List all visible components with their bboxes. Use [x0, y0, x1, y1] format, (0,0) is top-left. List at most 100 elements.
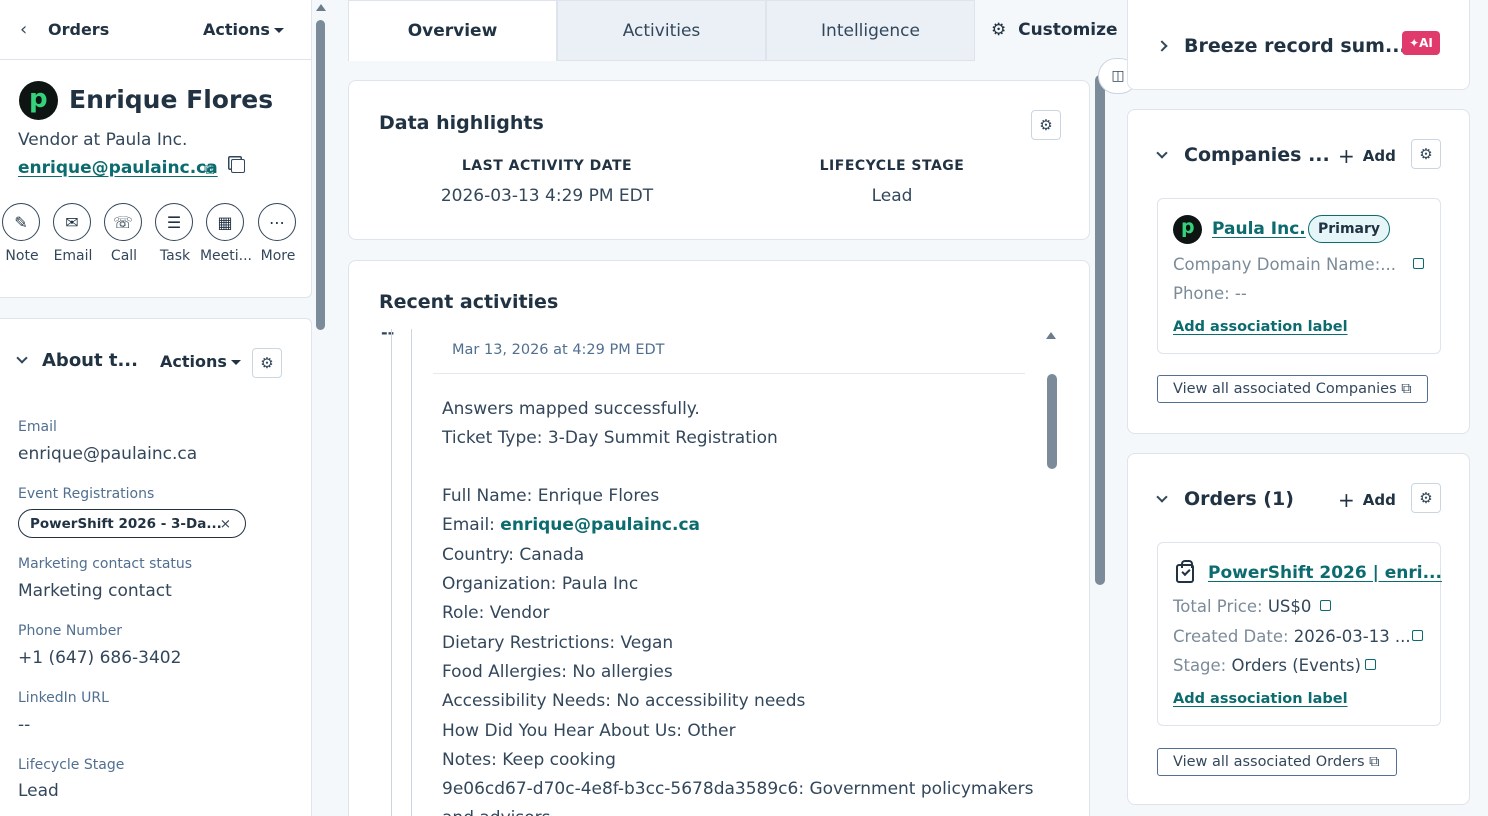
actions-dropdown[interactable]: Actions [203, 20, 284, 39]
activity-line: Food Allergies: No allergies [442, 662, 673, 682]
activity-line: Organization: Paula Inc [442, 574, 639, 594]
order-price-line: Total Price: US$0 [1173, 597, 1311, 616]
order-name-link[interactable]: PowerShift 2026 | enri... [1208, 563, 1442, 583]
activity-line: 9e06cd67-d70c-4e8f-b3cc-5678da3589c6: Go… [442, 779, 1034, 799]
left-scrollbar[interactable] [315, 0, 327, 816]
tab-overview[interactable]: Overview [348, 0, 557, 61]
add-label: Add [1362, 491, 1396, 509]
external-link-icon: ⧉ [1401, 381, 1412, 397]
divider [433, 373, 1025, 374]
activity-line: Full Name: Enrique Flores [442, 486, 660, 506]
company-name-link[interactable]: Paula Inc. [1212, 219, 1306, 239]
gear-icon: ⚙ [991, 20, 1007, 40]
marketing-prop-value[interactable]: Marketing contact [18, 581, 172, 601]
envelope-icon: ✉ [53, 203, 91, 241]
about-section-toggle[interactable]: About t... [16, 350, 138, 371]
company-item-card: p Paula Inc. Primary Company Domain Name… [1157, 198, 1441, 354]
chevron-left-icon[interactable]: ‹ [20, 19, 27, 40]
recent-activities-card: Recent activities -- Mar 13, 2026 at 4:2… [348, 260, 1090, 816]
timeline-dash: -- [381, 329, 395, 342]
email-prop-value[interactable]: enrique@paulainc.ca [18, 444, 197, 464]
activity-line: Country: Canada [442, 545, 585, 565]
lifecycle-stage-value: Lead [871, 186, 913, 206]
gear-icon: ⚙ [1419, 145, 1433, 163]
activity-feed: -- Mar 13, 2026 at 4:29 PM EDT Answers m… [381, 329, 1046, 816]
breeze-title: Breeze record sum... [1184, 35, 1407, 57]
copy-icon[interactable] [1320, 600, 1331, 611]
back-to-orders-link[interactable]: Orders [48, 20, 109, 39]
lifecycle-prop-value[interactable]: Lead [18, 781, 59, 801]
companies-settings-button[interactable]: ⚙ [1411, 139, 1441, 169]
contact-name[interactable]: Enrique Flores [69, 85, 273, 114]
add-association-label-link[interactable]: Add association label [1173, 319, 1348, 335]
meeting-action[interactable]: ▦ Meeti... [200, 203, 252, 264]
created-value: 2026-03-13 ... [1293, 627, 1411, 646]
orders-title: Orders (1) [1184, 488, 1294, 510]
activity-email-link[interactable]: enrique@paulainc.ca [500, 515, 700, 535]
note-action[interactable]: ✎ Note [2, 203, 42, 264]
add-label: Add [1362, 147, 1396, 165]
activity-line: Notes: Keep cooking [442, 750, 616, 770]
copy-icon[interactable] [231, 159, 245, 173]
add-company-button[interactable]: + Add [1338, 144, 1396, 168]
breeze-summary-toggle[interactable]: Breeze record sum... [1156, 35, 1407, 57]
event-registration-tag[interactable]: PowerShift 2026 - 3-Da... × [18, 509, 246, 538]
email-action[interactable]: ✉ Email [53, 203, 93, 264]
last-activity-label: LAST ACTIVITY DATE [461, 158, 633, 174]
contact-email-link[interactable]: enrique@paulainc.ca [18, 158, 218, 178]
lifecycle-prop-label: Lifecycle Stage [18, 757, 125, 773]
add-order-button[interactable]: + Add [1338, 488, 1396, 512]
tab-bar: Overview Activities Intelligence [348, 0, 976, 61]
about-actions-dropdown[interactable]: Actions [160, 352, 241, 371]
avatar-letter: p [29, 84, 48, 114]
activity-email-line: Email: enrique@paulainc.ca [442, 515, 700, 535]
main-scrollbar-thumb[interactable] [1095, 75, 1105, 585]
chevron-down-icon [16, 352, 28, 364]
activity-line: Dietary Restrictions: Vegan [442, 633, 674, 653]
phone-icon: ☏ [104, 203, 142, 241]
view-all-orders-button[interactable]: View all associated Orders ⧉ [1157, 748, 1397, 776]
more-action[interactable]: ⋯ More [258, 203, 298, 264]
linkedin-prop-value[interactable]: -- [18, 715, 30, 735]
orders-toggle[interactable]: Orders (1) [1156, 488, 1294, 510]
gear-icon: ⚙ [260, 354, 274, 372]
avatar[interactable]: p [19, 81, 58, 120]
call-action[interactable]: ☏ Call [104, 203, 144, 264]
data-highlights-title: Data highlights [379, 112, 544, 134]
phone-prop-value[interactable]: +1 (647) 686-3402 [18, 648, 181, 668]
close-icon[interactable]: × [220, 516, 231, 532]
email-prefix: Email: [442, 515, 501, 535]
highlights-settings-button[interactable]: ⚙ [1031, 110, 1061, 140]
created-label: Created Date: [1173, 627, 1294, 646]
email-prop-label: Email [18, 419, 57, 435]
actions-label: Actions [203, 20, 270, 39]
scrollbar-thumb[interactable] [1047, 374, 1057, 469]
view-all-companies-button[interactable]: View all associated Companies ⧉ [1157, 375, 1428, 403]
companies-toggle[interactable]: Companies ... [1156, 144, 1330, 166]
add-association-label-link[interactable]: Add association label [1173, 691, 1348, 707]
sidebar-toggle-icon: ◫ [1111, 68, 1125, 84]
scroll-up-arrow-icon[interactable] [1046, 332, 1056, 339]
copy-icon[interactable] [1412, 630, 1423, 641]
tab-intelligence[interactable]: Intelligence [766, 0, 975, 61]
orders-settings-button[interactable]: ⚙ [1411, 483, 1441, 513]
record-topbar: ‹ Orders Actions [0, 0, 312, 60]
call-label: Call [110, 248, 138, 264]
copy-icon[interactable] [1413, 258, 1424, 269]
main-content: Overview Activities Intelligence ⚙ Custo… [348, 0, 1118, 816]
chevron-down-icon [1156, 147, 1168, 159]
view-all-label: View all associated Orders [1173, 754, 1365, 770]
scroll-up-arrow-icon[interactable] [316, 4, 326, 11]
about-settings-button[interactable]: ⚙ [252, 348, 282, 378]
copy-icon[interactable] [1365, 659, 1376, 670]
tab-activities[interactable]: Activities [557, 0, 766, 61]
customize-button[interactable]: ⚙ Customize [991, 20, 1118, 40]
plus-icon: + [1338, 144, 1355, 168]
data-highlights-card: Data highlights ⚙ LAST ACTIVITY DATE 202… [348, 80, 1090, 240]
timeline-line [411, 329, 412, 816]
task-label: Task [159, 248, 191, 264]
external-link-icon[interactable]: ⧉ [204, 160, 215, 178]
task-action[interactable]: ☰ Task [155, 203, 195, 264]
caret-down-icon [273, 28, 284, 33]
scrollbar-thumb[interactable] [316, 20, 325, 330]
